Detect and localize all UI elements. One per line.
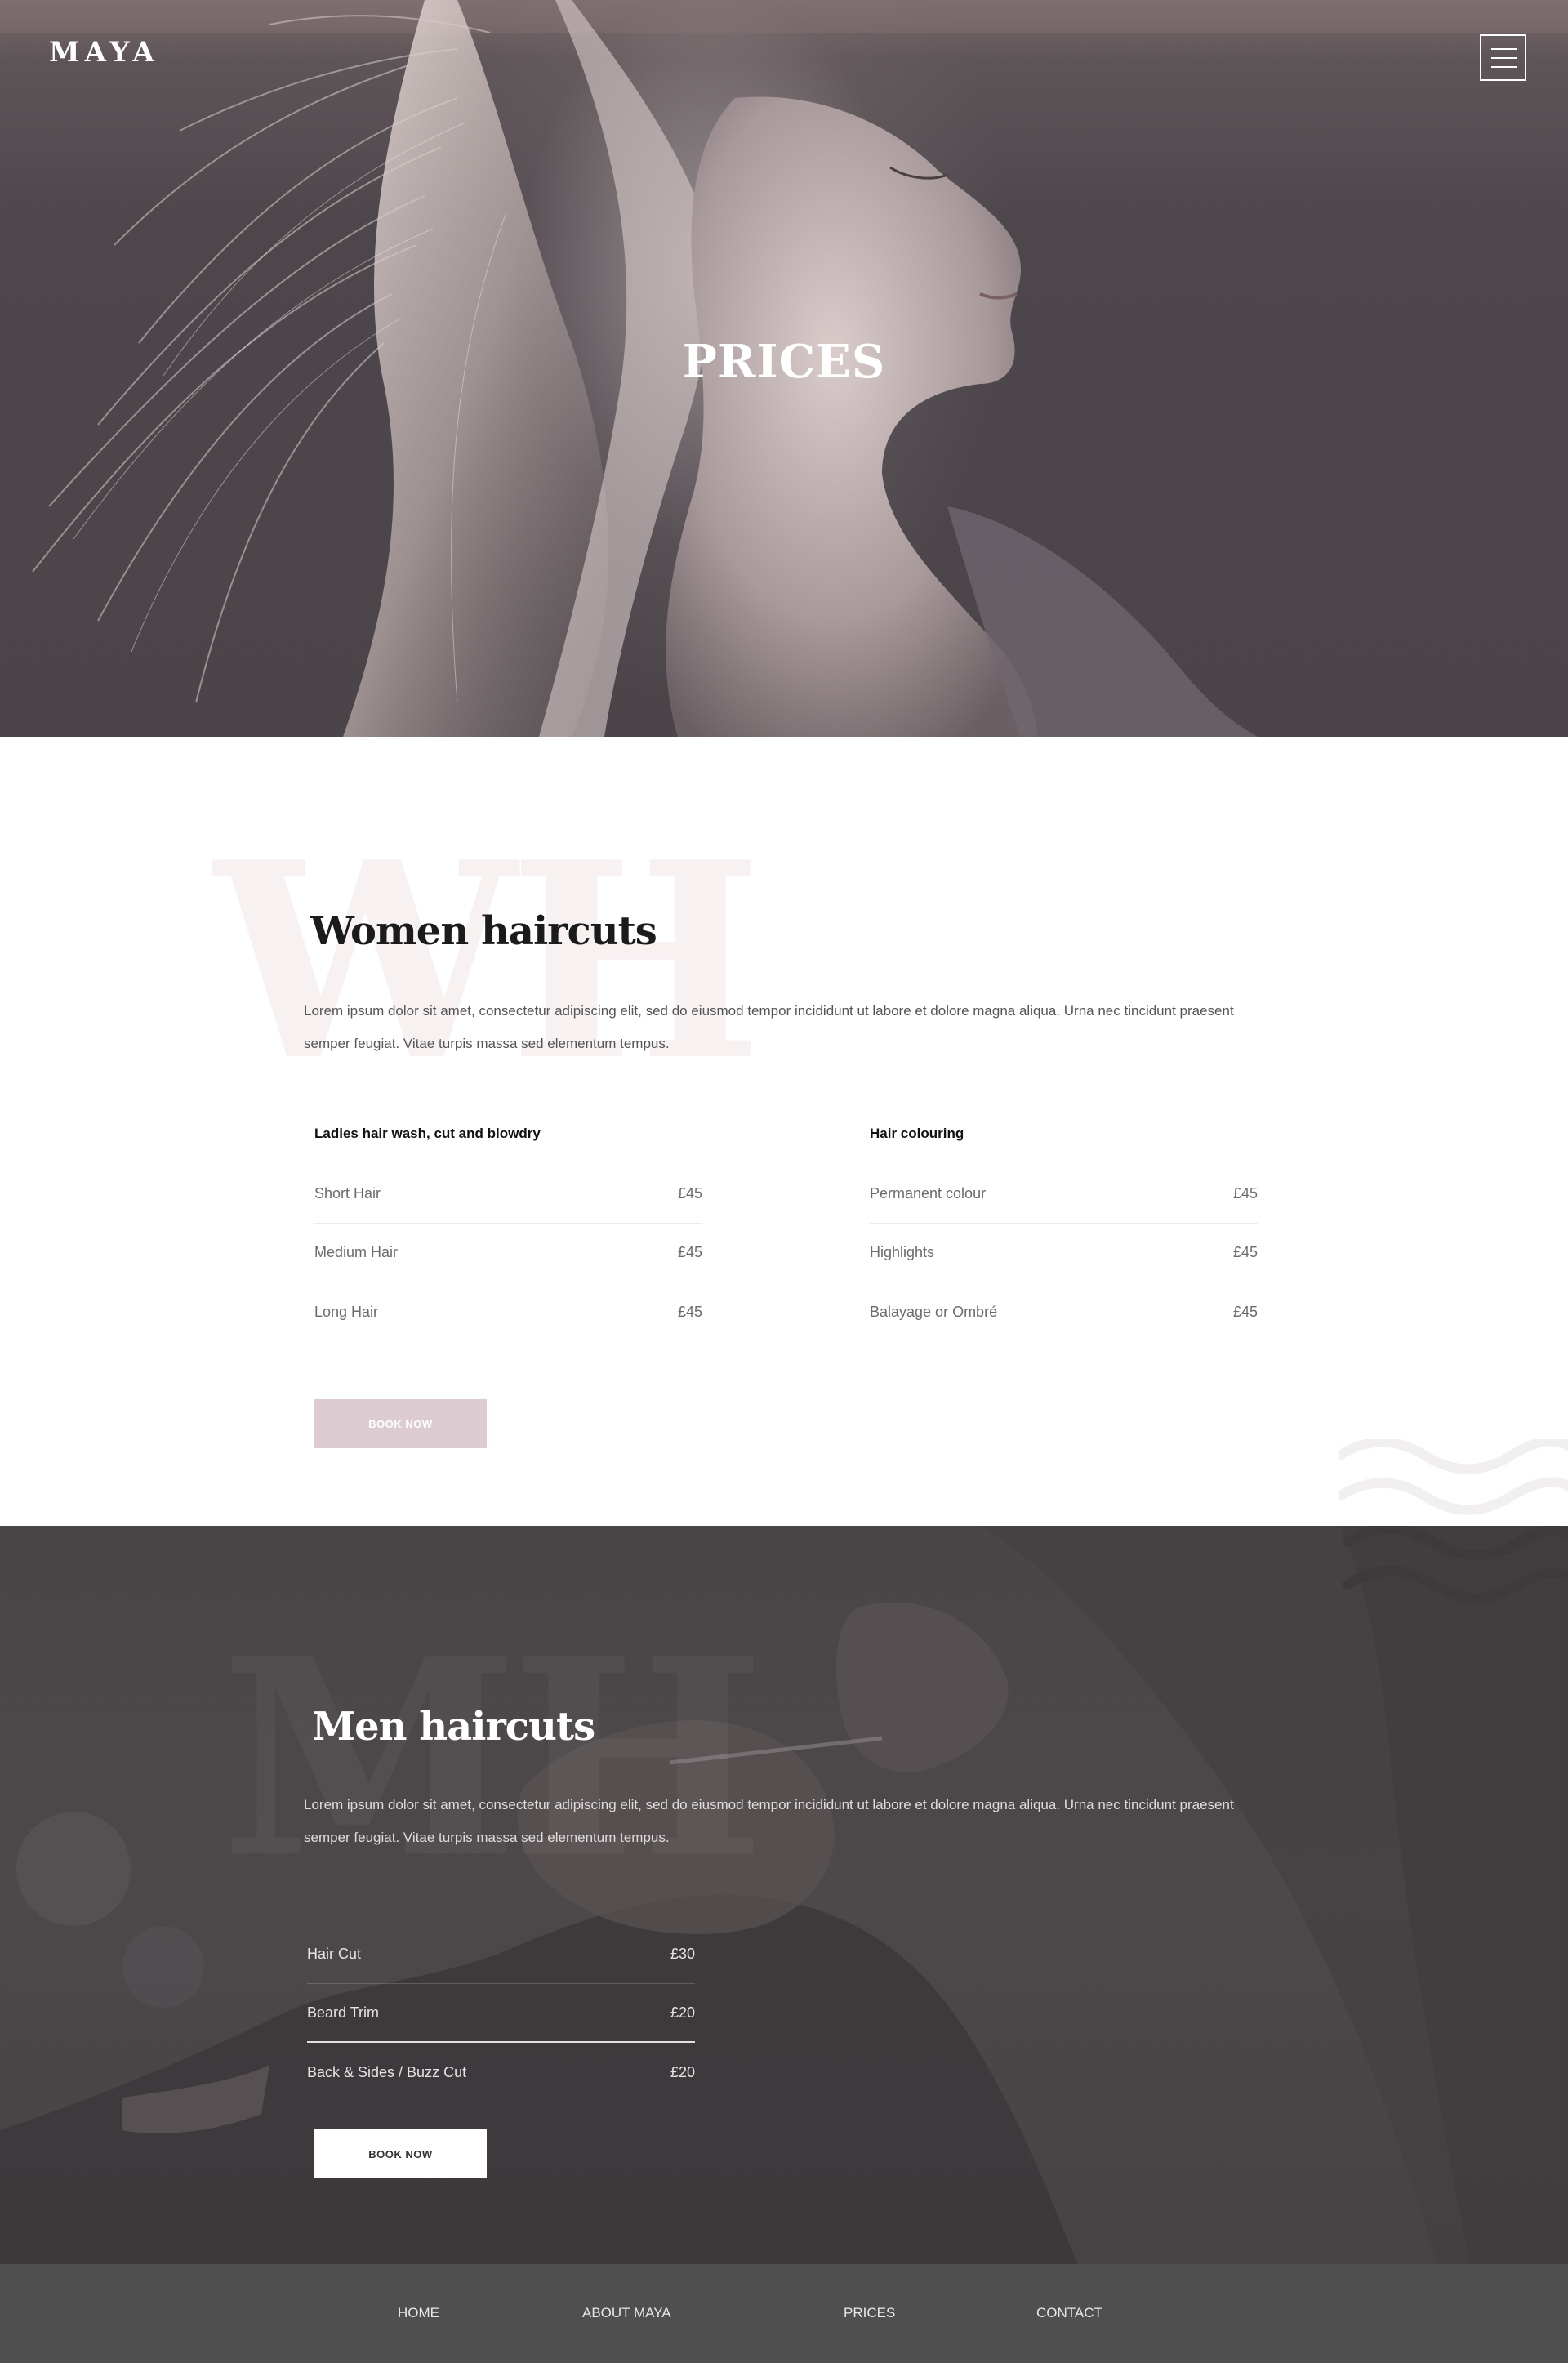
- service-name: Balayage or Ombré: [870, 1303, 998, 1320]
- service-price: £45: [677, 1244, 702, 1260]
- price-row: Highlights £45: [870, 1224, 1258, 1282]
- price-row: Beard Trim £20: [307, 1984, 695, 2043]
- service-name: Short Hair: [314, 1185, 381, 1202]
- service-price: £45: [1232, 1185, 1258, 1202]
- hamburger-icon[interactable]: [1480, 34, 1526, 81]
- service-price: £30: [670, 1946, 695, 1962]
- price-row: Back & Sides / Buzz Cut £20: [307, 2043, 695, 2102]
- service-name: Medium Hair: [314, 1244, 399, 1260]
- service-price: £45: [1232, 1244, 1258, 1260]
- page-title: PRICES: [682, 335, 886, 389]
- service-name: Long Hair: [314, 1303, 379, 1320]
- women-haircuts-section: WH Women haircuts Lorem ipsum dolor sit …: [0, 737, 1568, 1526]
- price-column-heading: Ladies hair wash, cut and blowdry: [314, 1126, 541, 1141]
- service-name: Permanent colour: [870, 1185, 987, 1202]
- section-description: Lorem ipsum dolor sit amet, consectetur …: [304, 1797, 1234, 1845]
- section-description: Lorem ipsum dolor sit amet, consectetur …: [304, 1003, 1234, 1051]
- price-row: Permanent colour £45: [870, 1165, 1258, 1224]
- men-haircuts-section: MH Men haircuts Lorem ipsum dolor sit am…: [0, 1526, 1568, 2264]
- service-name: Highlights: [870, 1244, 935, 1260]
- service-price: £20: [670, 2004, 695, 2021]
- service-price: £45: [1232, 1303, 1258, 1320]
- service-price: £45: [677, 1185, 702, 1202]
- service-name: Beard Trim: [307, 2004, 380, 2021]
- menu-line: [1491, 57, 1517, 59]
- service-name: Hair Cut: [307, 1946, 362, 1962]
- price-row: Balayage or Ombré £45: [870, 1282, 1258, 1341]
- hero-banner: MAYA PRICES: [0, 0, 1568, 737]
- price-row: Long Hair £45: [314, 1282, 702, 1341]
- footer-link-home[interactable]: HOME: [398, 2305, 439, 2321]
- footer-link-about[interactable]: ABOUT MAYA: [582, 2305, 671, 2321]
- footer-link-contact[interactable]: CONTACT: [1036, 2305, 1102, 2321]
- footer-link-prices[interactable]: PRICES: [844, 2305, 895, 2321]
- book-now-button[interactable]: BOOK NOW: [314, 1399, 487, 1448]
- service-name: Back & Sides / Buzz Cut: [307, 2063, 467, 2080]
- section-title: Women haircuts: [310, 908, 657, 954]
- wave-decoration-icon: [1339, 1439, 1568, 1515]
- footer-nav: HOME ABOUT MAYA PRICES CONTACT: [0, 2264, 1568, 2363]
- price-row: Hair Cut £30: [307, 1925, 695, 1984]
- book-now-button[interactable]: BOOK NOW: [314, 2129, 487, 2178]
- section-title: Men haircuts: [312, 1704, 595, 1750]
- menu-line: [1491, 48, 1517, 50]
- service-price: £45: [677, 1303, 702, 1320]
- price-row: Short Hair £45: [314, 1165, 702, 1224]
- price-column-heading: Hair colouring: [870, 1126, 964, 1141]
- menu-line: [1491, 66, 1517, 68]
- service-price: £20: [670, 2063, 695, 2080]
- brand-logo[interactable]: MAYA: [49, 36, 159, 69]
- price-row: Medium Hair £45: [314, 1224, 702, 1282]
